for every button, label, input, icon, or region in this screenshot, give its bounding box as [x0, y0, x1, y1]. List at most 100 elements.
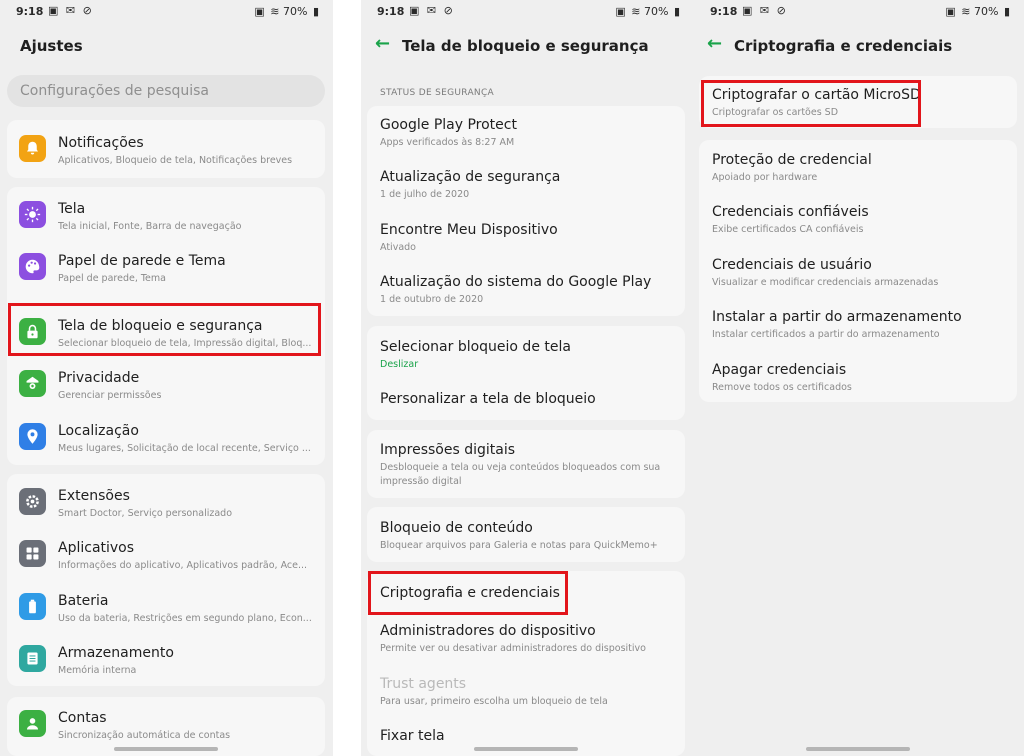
- item-title: Credenciais de usuário: [712, 257, 872, 273]
- nfc-icon: ▣: [945, 5, 956, 18]
- item-credential-protection[interactable]: Proteção de credencial Apoiado por hardw…: [694, 151, 1024, 189]
- item-title: Proteção de credencial: [712, 152, 872, 168]
- item-trust-agents: Trust agents Para usar, primeiro escolha…: [361, 675, 694, 713]
- search-input[interactable]: Configurações de pesquisa: [7, 75, 325, 107]
- item-subtitle: Permite ver ou desativar administradores…: [380, 643, 646, 654]
- notification-icons: ▣ ✉ ⊘: [48, 4, 94, 17]
- item-title: Aplicativos: [58, 540, 135, 556]
- status-right: ▣ ≋ 70% ▮: [613, 5, 680, 18]
- item-subtitle: Smart Doctor, Serviço personalizado: [58, 508, 233, 519]
- gesture-bar[interactable]: [474, 747, 578, 751]
- settings-item-extensions[interactable]: Extensões Smart Doctor, Serviço personal…: [0, 486, 333, 526]
- item-subtitle: Exibe certificados CA confiáveis: [712, 224, 864, 235]
- item-subtitle: 1 de julho de 2020: [380, 189, 470, 200]
- item-subtitle: Informações do aplicativo, Aplicativos p…: [58, 560, 308, 571]
- status-bar: 9:18 ▣ ✉ ⊘ ▣ ≋ 70% ▮: [694, 0, 1024, 24]
- item-subtitle: Ativado: [380, 242, 416, 253]
- item-subtitle: Desbloqueie a tela ou veja conteúdos blo…: [380, 462, 661, 473]
- item-title: Extensões: [58, 488, 130, 504]
- status-time: 9:18: [710, 5, 738, 18]
- account-icon: [19, 710, 46, 737]
- settings-item-apps[interactable]: Aplicativos Informações do aplicativo, A…: [0, 538, 333, 578]
- item-subtitle: Gerenciar permissões: [58, 390, 162, 401]
- item-content-lock[interactable]: Bloqueio de conteúdo Bloquear arquivos p…: [361, 519, 694, 557]
- battery-icon: [19, 593, 46, 620]
- settings-item-accounts[interactable]: Contas Sincronização automática de conta…: [0, 708, 333, 748]
- settings-item-notifications[interactable]: Notificações Aplicativos, Bloqueio de te…: [0, 133, 333, 173]
- highlight-box: [8, 303, 321, 356]
- item-title: Credenciais confiáveis: [712, 204, 869, 220]
- settings-item-battery[interactable]: Bateria Uso da bateria, Restrições em se…: [0, 591, 333, 631]
- item-subtitle: Apoiado por hardware: [712, 172, 818, 183]
- settings-item-display[interactable]: Tela Tela inicial, Fonte, Barra de naveg…: [0, 199, 333, 239]
- item-user-credentials[interactable]: Credenciais de usuário Visualizar e modi…: [694, 256, 1024, 294]
- item-title: Atualização de segurança: [380, 169, 561, 185]
- nfc-icon: ▣: [254, 5, 265, 18]
- item-subtitle-line2: impressão digital: [380, 476, 462, 487]
- notification-icons: ▣ ✉ ⊘: [742, 4, 788, 17]
- item-subtitle: 1 de outubro de 2020: [380, 294, 484, 305]
- item-security-update[interactable]: Atualização de segurança 1 de julho de 2…: [361, 168, 694, 206]
- item-title: Administradores do dispositivo: [380, 623, 596, 639]
- item-title: Notificações: [58, 135, 144, 151]
- status-time: 9:18: [377, 5, 405, 18]
- item-subtitle: Meus lugares, Solicitação de local recen…: [58, 443, 311, 454]
- item-subtitle: Uso da bateria, Restrições em segundo pl…: [58, 613, 312, 624]
- item-title: Apagar credenciais: [712, 362, 847, 378]
- item-trusted-credentials[interactable]: Credenciais confiáveis Exibe certificado…: [694, 203, 1024, 241]
- item-google-play-protect[interactable]: Google Play Protect Apps verificados às …: [361, 116, 694, 154]
- back-arrow-icon[interactable]: ←: [707, 33, 722, 54]
- item-title: Bloqueio de conteúdo: [380, 520, 533, 536]
- item-find-my-device[interactable]: Encontre Meu Dispositivo Ativado: [361, 221, 694, 259]
- item-device-admins[interactable]: Administradores do dispositivo Permite v…: [361, 622, 694, 660]
- status-time: 9:18: [16, 5, 44, 18]
- item-clear-credentials[interactable]: Apagar credenciais Remove todos os certi…: [694, 361, 1024, 399]
- wifi-icon: ≋: [631, 5, 641, 18]
- item-title: Tela: [58, 201, 86, 217]
- section-header: STATUS DE SEGURANÇA: [380, 88, 494, 98]
- item-title: Instalar a partir do armazenamento: [712, 309, 962, 325]
- item-title: Google Play Protect: [380, 117, 517, 133]
- storage-icon: [19, 645, 46, 672]
- page-title: Ajustes: [20, 37, 83, 55]
- item-customize-lock-screen[interactable]: Personalizar a tela de bloqueio: [361, 390, 694, 414]
- item-title: Atualização do sistema do Google Play: [380, 274, 652, 290]
- item-select-screen-lock[interactable]: Selecionar bloqueio de tela Deslizar: [361, 338, 694, 376]
- settings-item-location[interactable]: Localização Meus lugares, Solicitação de…: [0, 421, 333, 461]
- item-fingerprints[interactable]: Impressões digitais Desbloqueie a tela o…: [361, 441, 694, 491]
- item-subtitle: Deslizar: [380, 359, 419, 370]
- palette-icon: [19, 253, 46, 280]
- item-subtitle: Para usar, primeiro escolha um bloqueio …: [380, 696, 608, 707]
- item-title: Impressões digitais: [380, 442, 516, 458]
- item-subtitle: Sincronização automática de contas: [58, 730, 231, 741]
- lock-security-screen: 9:18 ▣ ✉ ⊘ ▣ ≋ 70% ▮ ← Tela de bloqueio …: [361, 0, 694, 756]
- item-install-from-storage[interactable]: Instalar a partir do armazenamento Insta…: [694, 308, 1024, 346]
- search-placeholder: Configurações de pesquisa: [20, 83, 210, 99]
- battery-icon: ▮: [312, 5, 319, 18]
- battery-icon: ▮: [1003, 5, 1010, 18]
- back-arrow-icon[interactable]: ←: [375, 33, 390, 54]
- status-right: ▣ ≋ 70% ▮: [252, 5, 319, 18]
- settings-item-wallpaper[interactable]: Papel de parede e Tema Papel de parede, …: [0, 251, 333, 291]
- item-title: Bateria: [58, 593, 109, 609]
- item-subtitle: Apps verificados às 8:27 AM: [380, 137, 515, 148]
- item-subtitle: Visualizar e modificar credenciais armaz…: [712, 277, 939, 288]
- nfc-icon: ▣: [615, 5, 626, 18]
- settings-item-privacy[interactable]: Privacidade Gerenciar permissões: [0, 368, 333, 408]
- page-title: Tela de bloqueio e segurança: [402, 37, 649, 55]
- item-play-system-update[interactable]: Atualização do sistema do Google Play 1 …: [361, 273, 694, 311]
- item-title: Personalizar a tela de bloqueio: [380, 391, 596, 407]
- settings-item-storage[interactable]: Armazenamento Memória interna: [0, 643, 333, 683]
- item-subtitle: Bloquear arquivos para Galeria e notas p…: [380, 540, 658, 551]
- item-title: Contas: [58, 710, 107, 726]
- wifi-icon: ≋: [270, 5, 280, 18]
- item-title: Localização: [58, 423, 139, 439]
- wifi-icon: ≋: [961, 5, 971, 18]
- bell-icon: [19, 135, 46, 162]
- gesture-bar[interactable]: [114, 747, 218, 751]
- item-subtitle: Aplicativos, Bloqueio de tela, Notificaç…: [58, 155, 293, 166]
- item-title: Selecionar bloqueio de tela: [380, 339, 571, 355]
- item-subtitle: Instalar certificados a partir do armaze…: [712, 329, 940, 340]
- gear-icon: [19, 488, 46, 515]
- gesture-bar[interactable]: [806, 747, 910, 751]
